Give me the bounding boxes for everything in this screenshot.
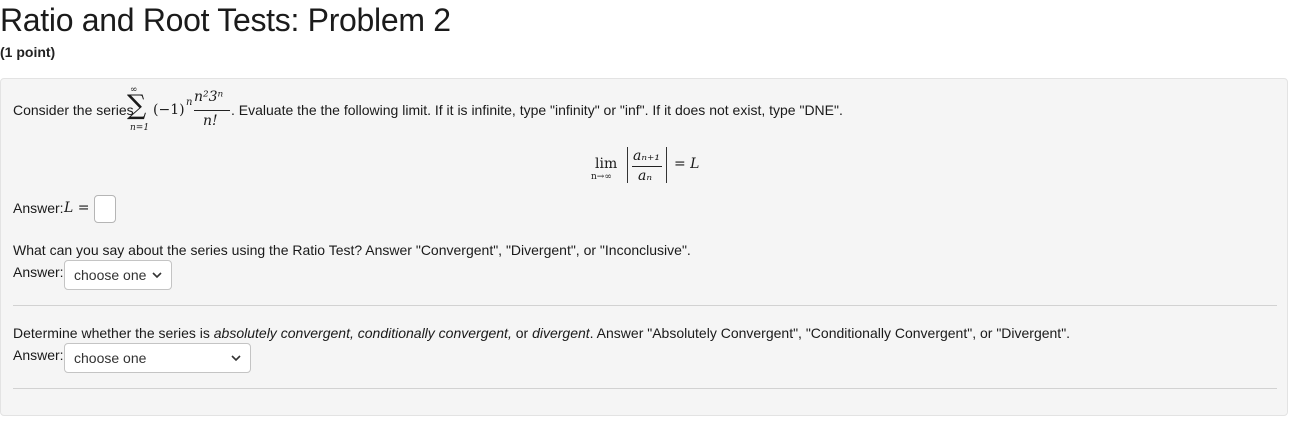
answer1-label: Answer:	[13, 200, 64, 216]
limit-rhs: = L	[674, 156, 700, 172]
limit-denominator: aₙ	[638, 168, 653, 184]
series-numerator: n²3ⁿ	[194, 89, 224, 105]
convergence-select[interactable]: choose one	[64, 343, 251, 373]
answer2-label: Answer:	[13, 264, 64, 280]
intro-prefix: Consider the series	[13, 102, 134, 118]
series-denominator: n!	[203, 113, 218, 129]
ratio-test-select-value: choose one	[74, 267, 147, 283]
convergence-select-value: choose one	[74, 350, 147, 366]
ratio-test-select[interactable]: choose one	[64, 260, 172, 290]
question3-emphasis-1: absolutely convergent, conditionally con…	[213, 325, 512, 341]
convergence-question: Determine whether the series is absolute…	[13, 325, 1070, 341]
chevron-down-icon	[231, 355, 241, 362]
series-fraction-bar	[194, 110, 230, 111]
abs-bar-left	[627, 147, 628, 183]
abs-bar-right	[666, 147, 667, 183]
answer3-label: Answer:	[13, 347, 64, 363]
problem-title: Ratio and Root Tests: Problem 2	[0, 2, 451, 38]
sigma-symbol: ∑	[127, 90, 147, 121]
ratio-test-question: What can you say about the series using …	[13, 242, 691, 258]
answer1-variable: L =	[64, 200, 90, 216]
sign-exponent: n	[186, 97, 193, 108]
intro-suffix: . Evaluate the the following limit. If i…	[231, 102, 843, 118]
lim-subscript: n→∞	[591, 172, 612, 182]
limit-fraction-bar	[632, 166, 662, 167]
problem-points: (1 point)	[0, 44, 56, 60]
limit-answer-input[interactable]	[94, 195, 116, 223]
section-divider-2	[13, 388, 1277, 389]
question3-emphasis-2: divergent	[532, 325, 590, 341]
chevron-down-icon	[152, 272, 162, 279]
question3-prefix: Determine whether the series is	[13, 325, 214, 341]
limit-numerator: aₙ₊₁	[633, 148, 661, 164]
question3-suffix: . Answer "Absolutely Convergent", "Condi…	[589, 325, 1071, 341]
section-divider-1	[13, 305, 1277, 306]
lim-operator: lim	[595, 156, 618, 172]
question3-mid: or	[511, 325, 533, 341]
sum-lower-limit: n=1	[130, 123, 150, 133]
problem-panel: Consider the series ∞ ∑ n=1 (−1) n n²3ⁿ …	[0, 78, 1288, 416]
sign-factor: (−1)	[153, 102, 185, 118]
